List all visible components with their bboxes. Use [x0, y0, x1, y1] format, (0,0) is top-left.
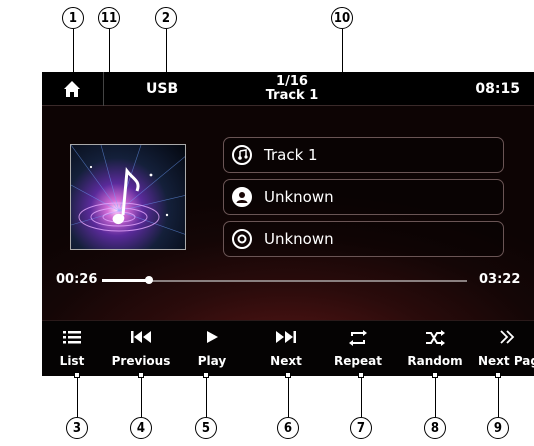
callout-10: 10: [331, 7, 353, 29]
top-status-bar: USB 1/16 Track 1 08:15: [42, 72, 534, 106]
previous-icon: [131, 331, 151, 343]
play-button[interactable]: Play: [182, 321, 242, 376]
callout-9: 9: [487, 417, 509, 439]
track-name: Track 1: [265, 88, 319, 103]
list-button[interactable]: List: [42, 321, 102, 376]
album-art: [70, 144, 186, 250]
repeat-label: Repeat: [334, 354, 382, 368]
play-icon: [207, 331, 218, 343]
progress-fill: [102, 279, 149, 282]
callout-3: 3: [66, 417, 88, 439]
random-label: Random: [407, 354, 463, 368]
total-time: 03:22: [479, 272, 521, 287]
leader-line-8: [435, 378, 436, 417]
callout-2: 2: [155, 7, 177, 29]
list-label: List: [59, 354, 85, 368]
previous-label: Previous: [111, 354, 171, 368]
callout-1: 1: [62, 7, 84, 29]
disc-icon: [232, 229, 252, 249]
previous-button[interactable]: Previous: [106, 321, 176, 376]
leader-line-4: [141, 378, 142, 417]
random-button[interactable]: Random: [400, 321, 470, 376]
music-note-icon: [232, 145, 252, 165]
clock: 08:15: [475, 81, 520, 97]
album-value: Unknown: [264, 230, 334, 248]
play-label: Play: [197, 354, 227, 368]
artist-value: Unknown: [264, 188, 334, 206]
list-icon: [63, 331, 81, 344]
callout-5: 5: [195, 417, 217, 439]
next-label: Next: [270, 354, 302, 368]
callout-8: 8: [424, 417, 446, 439]
leader-line-5: [206, 378, 207, 417]
leader-line-7: [361, 378, 362, 417]
progress-track[interactable]: [102, 280, 467, 282]
track-counter: 1/16: [276, 74, 308, 89]
media-player-screen: USB 1/16 Track 1 08:15 Track 1 Unknown U…: [42, 72, 534, 376]
callout-7: 7: [350, 417, 372, 439]
leader-line-3: [77, 378, 78, 417]
leader-line-9: [498, 378, 499, 417]
now-playing-title: 1/16 Track 1: [247, 75, 337, 103]
progress-knob[interactable]: [145, 276, 153, 284]
next-icon: [276, 331, 296, 343]
source-label[interactable]: USB: [146, 81, 178, 97]
title-field: Track 1: [223, 137, 504, 173]
repeat-button[interactable]: Repeat: [326, 321, 390, 376]
callout-11: 11: [98, 7, 120, 29]
repeat-icon: [349, 330, 367, 346]
title-value: Track 1: [264, 146, 318, 164]
chevron-double-right-icon: [500, 330, 515, 344]
leader-line-6: [288, 378, 289, 417]
person-icon: [232, 187, 252, 207]
callout-6: 6: [277, 417, 299, 439]
album-art-graphic: [71, 145, 185, 235]
divider: [103, 72, 104, 106]
elapsed-time: 00:26: [56, 272, 98, 287]
shuffle-icon: [426, 330, 445, 346]
next-page-button[interactable]: Next Page: [472, 321, 534, 376]
callout-4: 4: [130, 417, 152, 439]
artist-field: Unknown: [223, 179, 504, 215]
control-bar: List Previous Play Next Repeat Random Ne…: [42, 320, 534, 376]
next-button[interactable]: Next: [254, 321, 318, 376]
album-field: Unknown: [223, 221, 504, 257]
home-icon[interactable]: [63, 80, 81, 98]
next-page-label: Next Page: [478, 354, 534, 368]
